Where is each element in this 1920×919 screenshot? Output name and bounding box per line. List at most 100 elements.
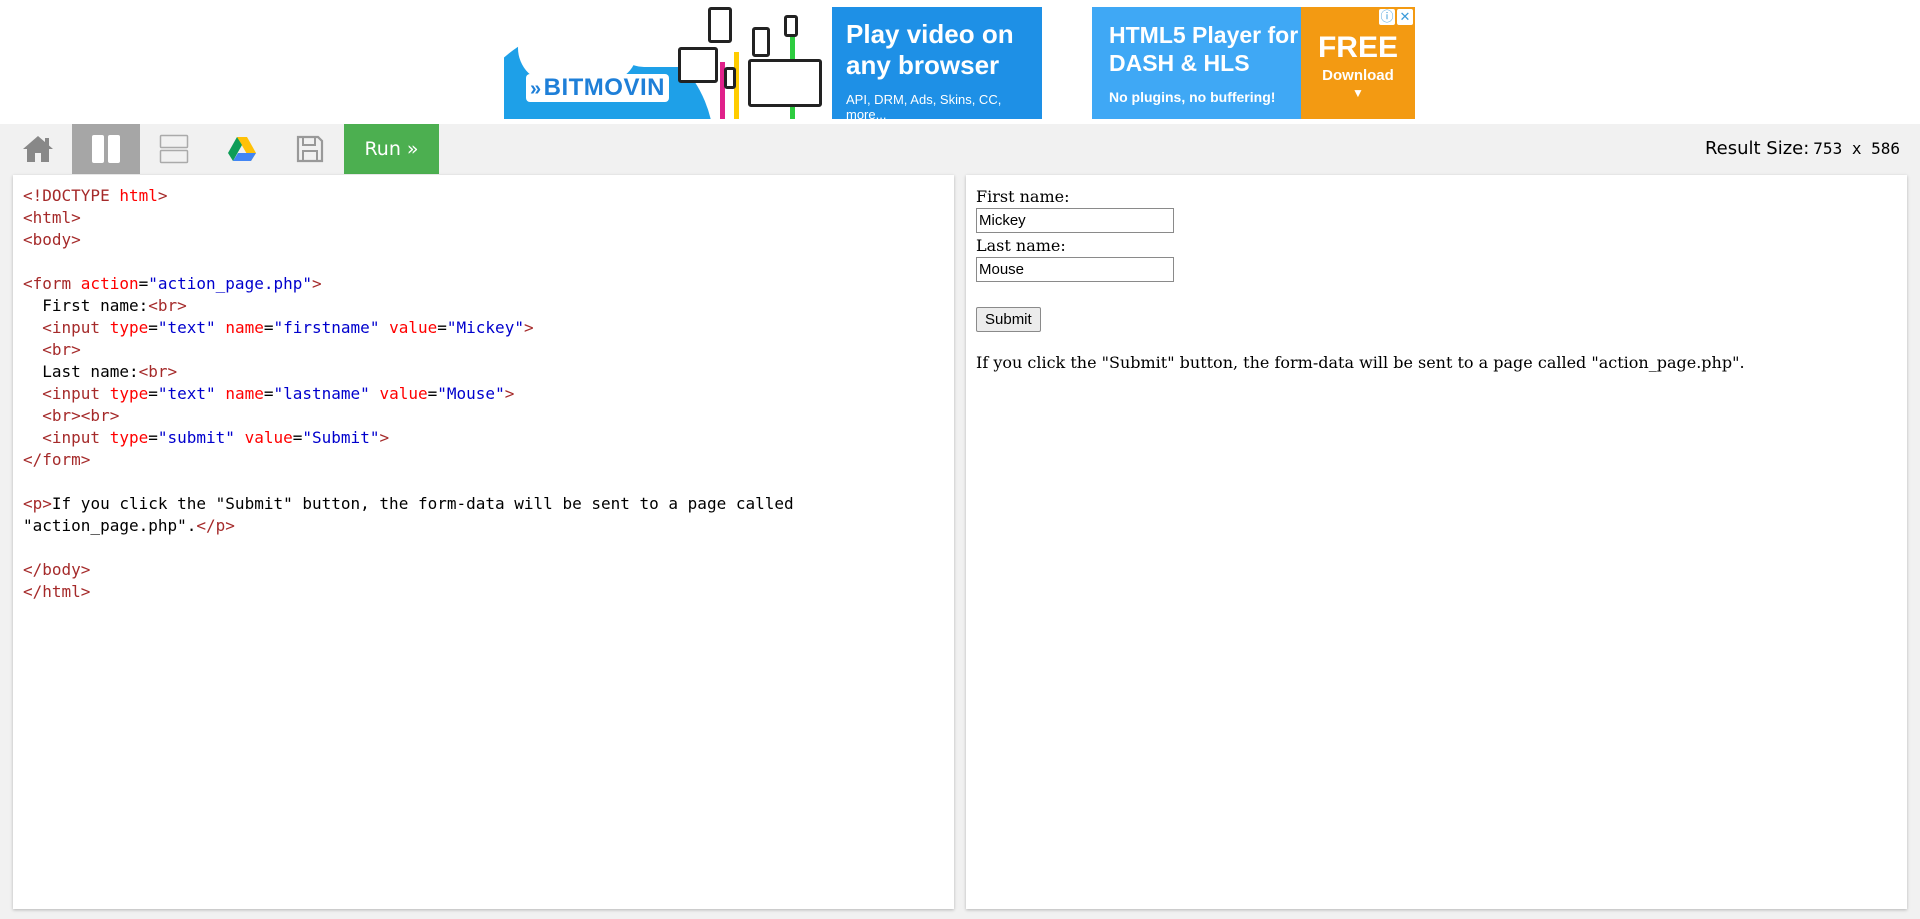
code-token: "firstname" [273,318,390,337]
toolbar: Run » Result Size: 753 x 586 [0,124,1920,174]
last-name-label: Last name: [976,236,1066,255]
code-token: <html> [23,208,81,227]
code-token: html [119,186,158,205]
code-token: </p> [196,516,235,535]
code-token: </form> [23,450,91,469]
code-token: "Submit" [302,428,380,447]
layout-horizontal-button[interactable] [140,124,208,174]
code-line: </html> [23,581,794,603]
first-name-label: First name: [976,187,1070,206]
code-token: type [109,384,149,403]
code-token: > [379,428,390,447]
workspace: <!DOCTYPE html > <html> <body> <form action=… [0,174,1920,919]
code-token: "text" [157,318,226,337]
code-token: name [225,318,264,337]
ad-product: HTML5 Player for DASH & HLS [1109,22,1299,76]
code-token: <!DOCTYPE [23,186,120,205]
code-token: <body> [23,230,81,249]
ad-features: API, DRM, Ads, Skins, CC, more... [846,92,1002,119]
code-line: <input type="submit" value="Submit"> [23,427,794,449]
code-token: > [523,318,534,337]
ad-banner[interactable]: »BITMOVIN Play video on any browser API,… [504,7,1415,119]
code-token: = [148,428,158,447]
submit-button[interactable]: Submit [976,307,1041,332]
split-horizontal-icon [159,134,189,164]
result-size-value: 753 x 586 [1813,139,1900,158]
triangle-down-icon: ▼ [1352,86,1364,100]
code-token: value [379,384,428,403]
code-token: > [312,274,322,293]
ad-info-icon[interactable]: ⓘ [1379,9,1395,25]
code-token: <br> [42,340,81,359]
save-button[interactable] [276,124,344,174]
run-button[interactable]: Run » [344,124,439,174]
code-line: First name:<br> [23,295,794,317]
code-token: Last name: [23,362,139,381]
code-token: = [292,428,303,447]
code-token: <br> [138,362,178,381]
code-line: <body> [23,229,794,251]
code-token: </body> [23,560,91,579]
last-name-input[interactable] [976,257,1174,282]
code-text[interactable]: <!DOCTYPE html > <html> <body> <form action=… [23,185,794,603]
ad-brand-logo: »BITMOVIN [526,74,669,102]
code-token: "Mouse" [437,384,505,403]
result-frame: First name: Last name: Submit If you cli… [966,175,1907,909]
code-token: > [504,384,515,403]
code-token: = [138,274,149,293]
code-token: If you click the "Submit" button, the fo… [51,494,794,513]
ad-controls: ⓘ ✕ [1379,9,1413,25]
code-token: type [109,428,149,447]
code-token: First name: [23,296,149,315]
code-token: = [148,318,158,337]
google-drive-icon [228,137,256,161]
code-token: "submit" [157,428,245,447]
code-token: <input [42,384,110,403]
code-token: "action_page.php". [23,516,197,535]
result-content: First name: Last name: Submit If you cli… [976,187,1745,374]
code-token: = [437,318,447,337]
code-line: <input type="text" name="firstname" valu… [23,317,794,339]
code-token: name [225,384,264,403]
code-token: = [148,384,158,403]
code-token: "Mickey" [446,318,524,337]
code-token: <form [23,274,81,293]
ad-headline: Play video on any browser [846,19,1014,80]
code-line: </form> [23,449,794,471]
code-token: = [427,384,438,403]
code-token: "lastname" [273,384,380,403]
ad-cta-sub: Download [1322,67,1394,84]
code-line: <p>If you click the "Submit" button, the… [23,493,794,515]
split-vertical-icon [92,135,120,163]
code-line: <br><br> [23,405,794,427]
code-token: value [244,428,293,447]
code-line: <html> [23,207,794,229]
save-to-drive-button[interactable] [208,124,276,174]
result-size: Result Size: 753 x 586 [1705,138,1900,159]
code-line: "action_page.php".</p> [23,515,794,537]
code-token: "text" [157,384,226,403]
code-token: <input [42,428,110,447]
code-token: <br> [148,296,187,315]
home-icon [23,136,53,162]
save-icon [296,135,324,163]
first-name-input[interactable] [976,208,1174,233]
home-button[interactable] [4,124,72,174]
chevron-right-icon: » [530,78,542,100]
code-line: <input type="text" name="lastname" value… [23,383,794,405]
code-token: <input [42,318,110,337]
code-editor[interactable]: <!DOCTYPE html > <html> <body> <form action=… [13,175,954,909]
ad-close-icon[interactable]: ✕ [1397,9,1413,25]
code-line: <br> [23,339,794,361]
code-line: <form action="action_page.php"> [23,273,794,295]
code-token: <p> [23,494,52,513]
layout-vertical-button[interactable] [72,124,140,174]
ad-cta-title: FREE [1317,31,1398,64]
